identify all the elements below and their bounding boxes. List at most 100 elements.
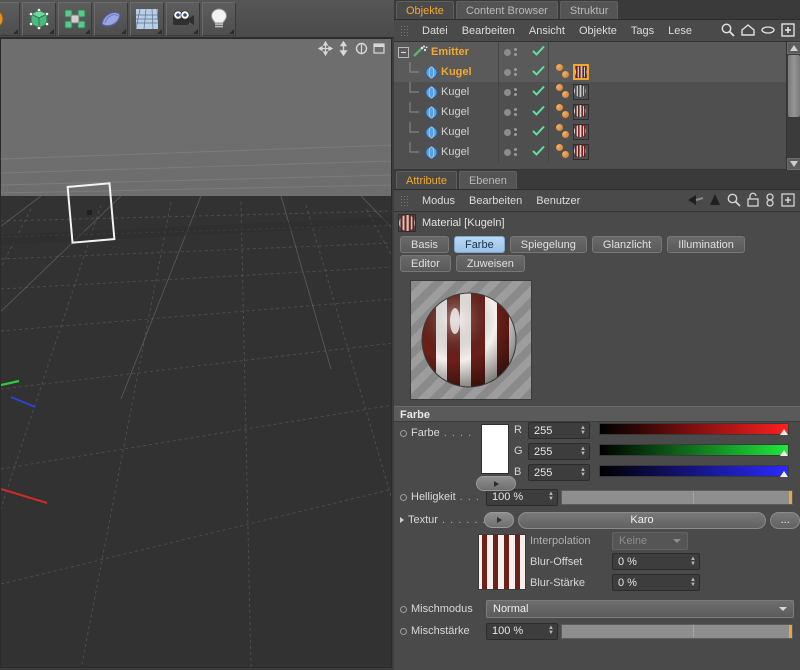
visibility-dots[interactable] — [498, 82, 532, 102]
deformer-tool-button[interactable] — [94, 2, 128, 36]
table-row[interactable]: Kugel — [394, 62, 786, 82]
brightness-slider-handle[interactable] — [789, 490, 792, 504]
color-swatch[interactable] — [481, 424, 509, 474]
plus-box-icon[interactable] — [780, 192, 796, 211]
tag-dots-icon[interactable] — [555, 144, 571, 160]
blur-strength-input[interactable]: 0 % ▲ ▼ — [612, 574, 700, 591]
editor-visibility-dot[interactable] — [504, 128, 511, 136]
lock-icon[interactable] — [746, 192, 760, 211]
tab-glanzlicht[interactable]: Glanzlicht — [591, 236, 663, 253]
render-visibility-dots[interactable] — [514, 108, 517, 116]
b-input[interactable]: 255 ▲ ▼ — [528, 464, 590, 481]
tool-button-partial[interactable] — [0, 2, 20, 36]
menu-grip[interactable] — [400, 24, 410, 37]
menu-benutzer[interactable]: Benutzer — [529, 190, 587, 212]
scale-icon[interactable] — [336, 40, 351, 57]
render-visibility-dots[interactable] — [514, 48, 517, 56]
table-row[interactable]: Kugel — [394, 122, 786, 142]
tag-dots-icon[interactable] — [555, 64, 571, 80]
table-row[interactable]: Emitter — [394, 42, 786, 62]
tag-dots-icon[interactable] — [555, 104, 571, 120]
tab-attribute[interactable]: Attribute — [396, 171, 457, 189]
color-expand-button[interactable] — [476, 476, 516, 491]
link-icon[interactable] — [764, 192, 776, 211]
menu-bearbeiten[interactable]: Bearbeiten — [455, 20, 522, 42]
editor-visibility-dot[interactable] — [504, 48, 511, 56]
table-row[interactable]: Kugel — [394, 142, 786, 162]
camera-tool-button[interactable] — [166, 2, 200, 36]
g-slider-marker[interactable] — [780, 450, 788, 456]
r-slider-marker[interactable] — [780, 429, 788, 435]
tab-content-browser[interactable]: Content Browser — [455, 1, 558, 19]
mix-strength-input[interactable]: 100 % ▲ ▼ — [486, 622, 558, 640]
editor-visibility-dot[interactable] — [504, 88, 511, 96]
brightness-spinner[interactable]: ▲ ▼ — [548, 491, 554, 502]
material-tag-thumbnail[interactable] — [573, 104, 589, 120]
tab-ebenen[interactable]: Ebenen — [458, 171, 517, 189]
enable-check[interactable] — [532, 65, 548, 79]
mix-strength-slider[interactable] — [561, 623, 793, 639]
tab-farbe[interactable]: Farbe — [453, 236, 505, 253]
tab-editor[interactable]: Editor — [400, 255, 451, 272]
blur-strength-spinner[interactable]: ▲ ▼ — [690, 577, 696, 588]
mischstaerke-animation-radio[interactable] — [400, 627, 407, 635]
menu-bearbeiten[interactable]: Bearbeiten — [462, 190, 529, 212]
material-tag-thumbnail[interactable] — [573, 64, 589, 80]
table-row[interactable]: Kugel — [394, 82, 786, 102]
expand-triangle-icon[interactable] — [400, 517, 404, 523]
enable-check[interactable] — [532, 85, 548, 99]
visibility-dots[interactable] — [498, 102, 532, 122]
enable-check[interactable] — [532, 125, 548, 139]
editor-visibility-dot[interactable] — [504, 108, 511, 116]
viewport[interactable] — [0, 38, 392, 668]
menu-modus[interactable]: Modus — [415, 190, 462, 212]
eye-icon[interactable] — [760, 22, 776, 41]
b-slider-marker[interactable] — [780, 471, 788, 477]
scroll-up-button[interactable] — [787, 42, 800, 54]
brightness-slider[interactable] — [561, 489, 793, 505]
tab-illumination[interactable]: Illumination — [667, 236, 745, 253]
helligkeit-animation-radio[interactable] — [400, 493, 407, 501]
plus-box-icon[interactable] — [780, 22, 796, 41]
mix-strength-spinner[interactable]: ▲ ▼ — [548, 625, 554, 636]
g-slider[interactable] — [599, 444, 789, 456]
r-slider[interactable] — [599, 423, 789, 435]
scroll-down-button[interactable] — [787, 158, 800, 170]
texture-expand-button[interactable] — [484, 512, 514, 528]
visibility-dots[interactable] — [498, 122, 532, 142]
texture-thumbnail[interactable] — [478, 534, 526, 590]
r-input[interactable]: 255 ▲ ▼ — [528, 422, 590, 439]
enable-check[interactable] — [532, 145, 548, 159]
enable-check[interactable] — [532, 105, 548, 119]
menu-objekte[interactable]: Objekte — [572, 20, 624, 42]
back-arrow-icon[interactable] — [686, 192, 704, 211]
object-tool-button[interactable] — [22, 2, 56, 36]
r-spinner[interactable]: ▲ ▼ — [580, 425, 586, 436]
menu-ansicht[interactable]: Ansicht — [522, 20, 572, 42]
table-row[interactable]: Kugel — [394, 102, 786, 122]
interpolation-dropdown[interactable]: Keine — [612, 532, 688, 550]
tab-spiegelung[interactable]: Spiegelung — [509, 236, 587, 253]
texture-name-button[interactable]: Karo — [517, 511, 767, 529]
render-visibility-dots[interactable] — [514, 128, 517, 136]
scrollbar-thumb[interactable] — [788, 55, 800, 117]
light-tool-button[interactable] — [202, 2, 236, 36]
menu-grip[interactable] — [400, 194, 410, 207]
b-spinner[interactable]: ▲ ▼ — [580, 467, 586, 478]
object-manager-scrollbar[interactable] — [786, 42, 800, 170]
mix-mode-dropdown[interactable]: Normal — [486, 600, 794, 618]
search-icon[interactable] — [720, 22, 736, 41]
render-visibility-dots[interactable] — [514, 68, 517, 76]
collapse-icon[interactable] — [398, 46, 409, 58]
menu-datei[interactable]: Datei — [415, 20, 455, 42]
brightness-input[interactable]: 100 % ▲ ▼ — [486, 488, 558, 506]
up-arrow-icon[interactable] — [708, 192, 722, 211]
tab-objekte[interactable]: Objekte — [396, 1, 454, 19]
texture-browse-button[interactable]: ... — [770, 511, 800, 529]
material-tag-thumbnail[interactable] — [573, 84, 589, 100]
floor-tool-button[interactable] — [130, 2, 164, 36]
home-icon[interactable] — [740, 22, 756, 41]
move-icon[interactable] — [317, 40, 334, 57]
g-input[interactable]: 255 ▲ ▼ — [528, 443, 590, 460]
tab-basis[interactable]: Basis — [400, 236, 449, 253]
